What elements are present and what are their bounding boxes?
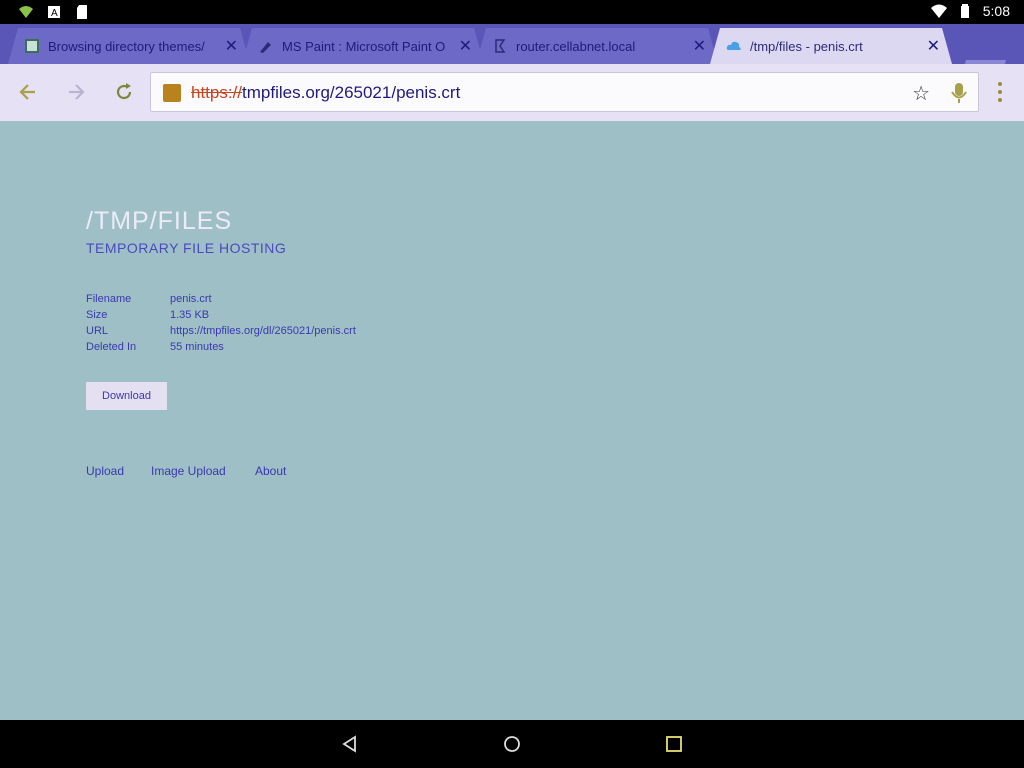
- info-key: Size: [86, 309, 108, 321]
- sd-card-icon: [77, 5, 87, 19]
- info-row-deleted-in: Deleted In 55 minutes: [86, 341, 356, 357]
- site-subtitle: TEMPORARY FILE HOSTING: [86, 240, 287, 256]
- url-scheme: https://: [191, 83, 243, 102]
- tab-title: /tmp/files - penis.crt: [750, 39, 863, 54]
- back-button[interactable]: [14, 78, 42, 106]
- info-key: Deleted In: [86, 341, 137, 353]
- close-tab-icon[interactable]: ✕: [927, 36, 940, 56]
- image-upload-link[interactable]: Image Upload: [151, 464, 255, 478]
- status-bar: A 5:08: [0, 0, 1024, 24]
- info-row-size: Size 1.35 KB: [86, 309, 356, 325]
- info-url-link[interactable]: https://tmpfiles.org/dl/265021/penis.crt: [170, 325, 356, 341]
- app-a-icon: A: [48, 6, 60, 19]
- info-key: Filename: [86, 293, 132, 305]
- forward-button[interactable]: [62, 78, 90, 106]
- upload-link[interactable]: Upload: [86, 464, 151, 478]
- file-info: Filename penis.crt Size 1.35 KB URL http…: [86, 293, 356, 357]
- reload-button[interactable]: [110, 78, 138, 106]
- microphone-icon[interactable]: [950, 81, 968, 105]
- info-value: 1.35 KB: [170, 309, 210, 321]
- download-button[interactable]: Download: [86, 382, 167, 410]
- tab-title: MS Paint : Microsoft Paint O: [282, 39, 446, 54]
- close-tab-icon[interactable]: ✕: [693, 36, 706, 56]
- tab-router[interactable]: router.cellabnet.local ✕: [476, 28, 718, 64]
- home-circle-icon[interactable]: [502, 734, 522, 754]
- lock-icon[interactable]: [163, 84, 181, 102]
- system-nav-bar: [0, 720, 1024, 768]
- info-key: URL: [86, 325, 109, 337]
- tab-tmpfiles[interactable]: /tmp/files - penis.crt ✕: [710, 28, 952, 64]
- tab-browsing-directory[interactable]: Browsing directory themes/ ✕: [8, 28, 250, 64]
- tab-ms-paint[interactable]: MS Paint : Microsoft Paint O ✕: [242, 28, 484, 64]
- address-bar[interactable]: https://tmpfiles.org/265021/penis.crt ☆: [150, 72, 979, 112]
- paint-favicon-icon: [258, 38, 274, 54]
- close-tab-icon[interactable]: ✕: [225, 36, 238, 56]
- back-arrow-icon: [19, 84, 35, 100]
- page-favicon-icon: [492, 38, 508, 54]
- close-tab-icon[interactable]: ✕: [459, 36, 472, 56]
- url-text[interactable]: https://tmpfiles.org/265021/penis.crt: [191, 83, 460, 103]
- info-row-filename: Filename penis.crt: [86, 293, 356, 309]
- info-value: 55 minutes: [170, 341, 224, 353]
- forward-arrow-icon: [69, 84, 85, 100]
- back-triangle-icon[interactable]: [340, 734, 360, 754]
- wifi-icon: [930, 4, 947, 18]
- system-indicators: 5:08: [930, 3, 1010, 19]
- browser-toolbar: https://tmpfiles.org/265021/penis.crt ☆: [0, 64, 1024, 121]
- info-value: penis.crt: [170, 293, 212, 305]
- overflow-menu-icon[interactable]: [996, 82, 1004, 104]
- page-content: /TMP/FILES TEMPORARY FILE HOSTING Filena…: [0, 121, 1024, 720]
- site-title: /TMP/FILES: [86, 207, 233, 235]
- bookmark-star-icon[interactable]: ☆: [912, 81, 930, 106]
- about-link[interactable]: About: [255, 464, 286, 478]
- footer-nav: Upload Image Upload About: [86, 464, 286, 478]
- reload-icon: [116, 83, 132, 100]
- cloud-favicon-icon: [726, 38, 742, 54]
- svg-text:A: A: [51, 8, 58, 19]
- clock: 5:08: [982, 3, 1010, 19]
- url-host-path: tmpfiles.org/265021/penis.crt: [242, 83, 461, 102]
- info-row-url: URL https://tmpfiles.org/dl/265021/penis…: [86, 325, 356, 341]
- wifi-notification-icon: [19, 6, 33, 18]
- tab-title: router.cellabnet.local: [516, 39, 636, 54]
- tab-strip: Browsing directory themes/ ✕ MS Paint : …: [0, 24, 1024, 64]
- notification-icons: A: [18, 4, 90, 20]
- battery-icon: [960, 4, 969, 18]
- folder-favicon-icon: [24, 38, 40, 54]
- recents-square-icon[interactable]: [664, 734, 684, 754]
- tab-title: Browsing directory themes/: [48, 39, 205, 54]
